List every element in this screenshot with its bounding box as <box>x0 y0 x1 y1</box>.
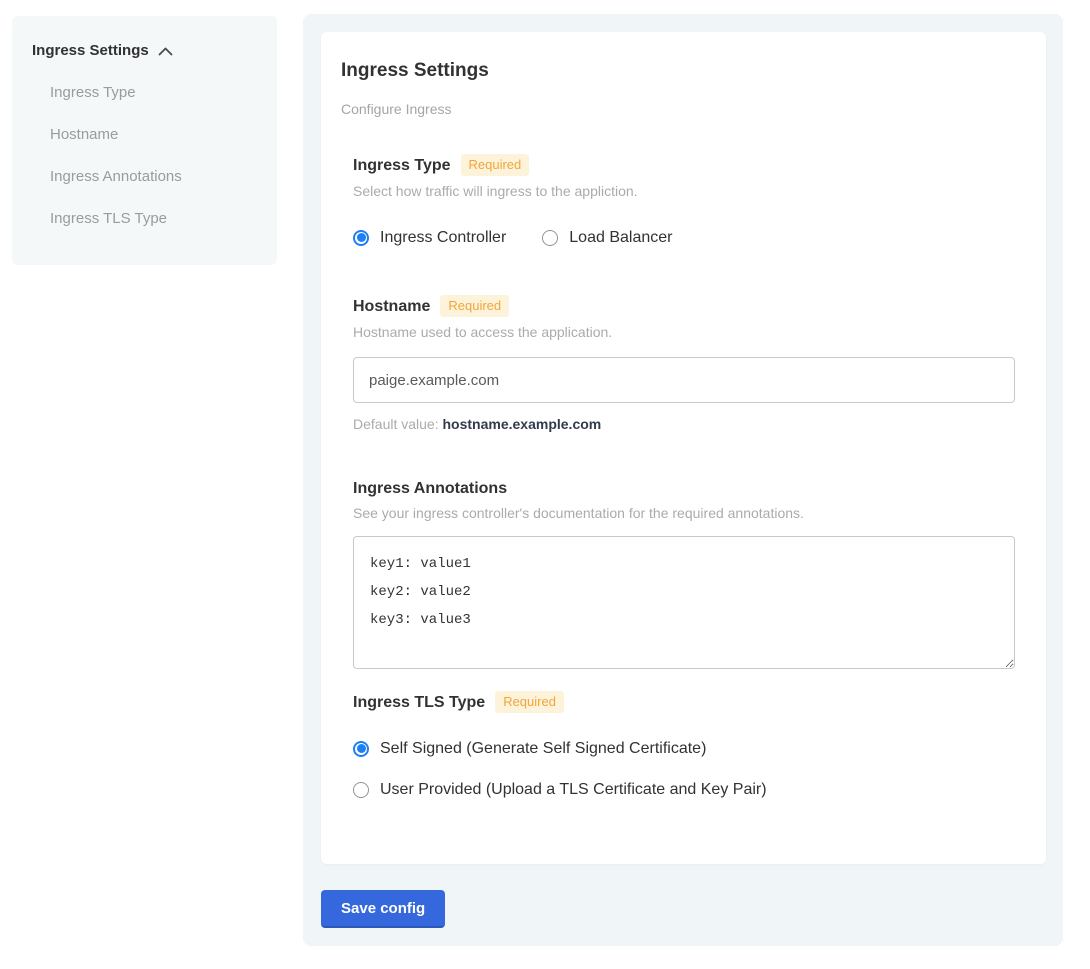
radio-button-self-signed[interactable] <box>353 741 369 757</box>
radio-button-user-provided[interactable] <box>353 782 369 798</box>
page-title: Ingress Settings <box>341 60 1015 82</box>
section-label-hostname: Hostname <box>353 297 430 316</box>
section-label-ingress-annotations: Ingress Annotations <box>353 479 507 498</box>
section-ingress-type: Ingress Type Required Select how traffic… <box>353 154 1015 247</box>
sidebar-item-list: Ingress Type Hostname Ingress Annotation… <box>32 84 257 228</box>
sidebar-item-ingress-tls-type[interactable]: Ingress TLS Type <box>50 210 257 228</box>
section-ingress-tls-type: Ingress TLS Type Required Self Signed (G… <box>353 691 1015 799</box>
radio-button-load-balancer[interactable] <box>542 230 558 246</box>
radio-label: Ingress Controller <box>380 228 506 247</box>
hostname-input[interactable] <box>353 357 1015 403</box>
hostname-default-line: Default value: hostname.example.com <box>353 416 1015 433</box>
radio-option-user-provided[interactable]: User Provided (Upload a TLS Certificate … <box>353 780 1015 799</box>
radio-option-load-balancer[interactable]: Load Balancer <box>542 228 672 247</box>
radio-label: User Provided (Upload a TLS Certificate … <box>380 780 767 799</box>
sidebar-item-hostname[interactable]: Hostname <box>50 126 257 144</box>
page-subtitle: Configure Ingress <box>341 101 1015 118</box>
section-hostname: Hostname Required Hostname used to acces… <box>353 295 1015 433</box>
sidebar-item-ingress-type[interactable]: Ingress Type <box>50 84 257 102</box>
config-nav-sidebar: Ingress Settings Ingress Type Hostname I… <box>12 16 277 265</box>
default-value-text: hostname.example.com <box>443 416 602 432</box>
config-panel: Ingress Settings Configure Ingress Ingre… <box>303 14 1063 946</box>
radio-label: Load Balancer <box>569 228 672 247</box>
section-label-ingress-type: Ingress Type <box>353 156 451 175</box>
required-badge: Required <box>440 295 509 317</box>
radio-option-ingress-controller[interactable]: Ingress Controller <box>353 228 506 247</box>
radio-option-self-signed[interactable]: Self Signed (Generate Self Signed Certif… <box>353 739 1015 758</box>
section-label-ingress-tls-type: Ingress TLS Type <box>353 693 485 712</box>
radio-button-ingress-controller[interactable] <box>353 230 369 246</box>
default-value-prefix: Default value: <box>353 416 443 432</box>
save-config-button[interactable]: Save config <box>321 890 445 928</box>
required-badge: Required <box>461 154 530 176</box>
radio-label: Self Signed (Generate Self Signed Certif… <box>380 739 706 758</box>
sidebar-group-label: Ingress Settings <box>32 42 149 60</box>
ingress-annotations-textarea[interactable]: key1: value1 key2: value2 key3: value3 <box>353 536 1015 669</box>
helper-text-ingress-annotations: See your ingress controller's documentat… <box>353 505 1015 522</box>
section-ingress-annotations: Ingress Annotations See your ingress con… <box>353 479 1015 669</box>
sidebar-group-ingress-settings[interactable]: Ingress Settings <box>32 42 257 60</box>
tls-type-radio-group: Self Signed (Generate Self Signed Certif… <box>353 739 1015 799</box>
required-badge: Required <box>495 691 564 713</box>
ingress-type-radio-group: Ingress Controller Load Balancer <box>353 228 1015 247</box>
helper-text-ingress-type: Select how traffic will ingress to the a… <box>353 183 1015 200</box>
config-card: Ingress Settings Configure Ingress Ingre… <box>321 32 1046 864</box>
sidebar-item-ingress-annotations[interactable]: Ingress Annotations <box>50 168 257 186</box>
helper-text-hostname: Hostname used to access the application. <box>353 324 1015 341</box>
chevron-up-icon <box>158 47 173 56</box>
